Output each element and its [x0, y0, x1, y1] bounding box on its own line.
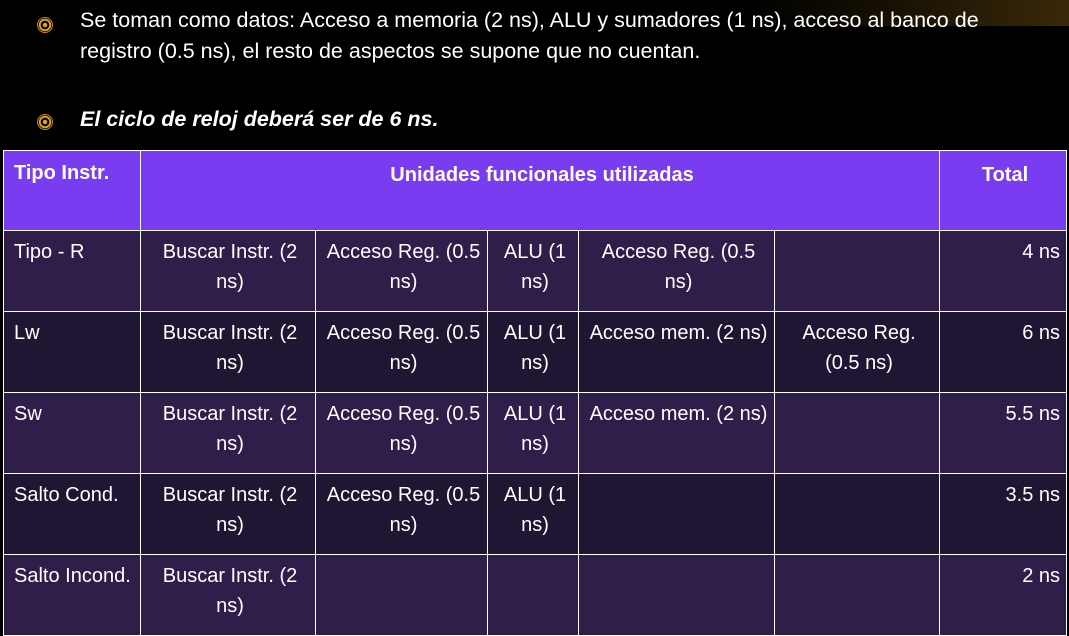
- circle-bullet-icon: [37, 17, 53, 33]
- functional-unit-cell: Acceso mem. (2 ns): [578, 392, 775, 474]
- functional-unit-cell: [773, 473, 941, 555]
- table-body: Tipo - R Buscar Instr. (2 ns) Acceso Reg. …: [3, 230, 1068, 636]
- functional-unit-cell: Buscar Instr. (2 ns): [140, 311, 316, 393]
- circle-bullet-icon: [37, 114, 53, 130]
- functional-unit-cell: Acceso Reg. (0.5 ns): [578, 230, 775, 312]
- total-cell: 6 ns: [939, 311, 1068, 393]
- functional-unit-cell: Acceso Reg. (0.5 ns): [315, 392, 488, 474]
- functional-unit-cell: Acceso Reg. (0.5 ns): [315, 311, 488, 393]
- functional-unit-cell: ALU (1 ns): [487, 473, 579, 555]
- table-row: Tipo - R Buscar Instr. (2 ns) Acceso Reg. …: [3, 230, 1068, 312]
- total-cell: 2 ns: [939, 554, 1068, 636]
- functional-unit-cell: [773, 554, 941, 636]
- functional-unit-cell: Acceso Reg. (0.5 ns): [315, 473, 488, 555]
- functional-unit-cell: [315, 554, 488, 636]
- functional-unit-cell: [578, 554, 775, 636]
- header-total: Total: [939, 150, 1068, 231]
- functional-unit-cell: Acceso Reg. (0.5 ns): [773, 311, 941, 393]
- table-row: Salto Cond. Buscar Instr. (2 ns) Acceso Re…: [3, 473, 1068, 555]
- functional-unit-cell: Acceso mem. (2 ns): [578, 311, 775, 393]
- functional-unit-cell: Buscar Instr. (2 ns): [140, 230, 316, 312]
- instruction-type-cell: Tipo - R: [3, 230, 141, 312]
- functional-unit-cell: Buscar Instr. (2 ns): [140, 392, 316, 474]
- instruction-type-cell: Salto Cond.: [3, 473, 141, 555]
- functional-unit-cell: ALU (1 ns): [487, 392, 579, 474]
- header-units: Unidades funcionales utilizadas: [139, 150, 941, 231]
- functional-unit-cell: ALU (1 ns): [487, 311, 579, 393]
- bullet-text: Se toman como datos: Acceso a memoria (2…: [80, 8, 979, 63]
- table-row: Salto Incond. Buscar Instr. (2 ns) 2 ns: [3, 554, 1068, 636]
- functional-unit-cell: Acceso Reg. (0.5 ns): [315, 230, 488, 312]
- table-header-row: Tipo Instr. Unidades funcionales utiliza…: [3, 150, 1068, 231]
- functional-unit-cell: [773, 230, 941, 312]
- functional-unit-cell: ALU (1 ns): [487, 230, 579, 312]
- functional-unit-cell: [487, 554, 579, 636]
- functional-unit-cell: [578, 473, 775, 555]
- total-cell: 4 ns: [939, 230, 1068, 312]
- instruction-type-cell: Salto Incond.: [3, 554, 141, 636]
- functional-units-table: Tipo Instr. Unidades funcionales utiliza…: [3, 150, 1068, 636]
- bullet-text-emphasis: El ciclo de reloj deberá ser de 6 ns.: [80, 107, 439, 131]
- total-cell: 5.5 ns: [939, 392, 1068, 474]
- instruction-type-cell: Lw: [3, 311, 141, 393]
- functional-unit-cell: Buscar Instr. (2 ns): [140, 473, 316, 555]
- functional-unit-cell: Buscar Instr. (2 ns): [140, 554, 316, 636]
- instruction-type-cell: Sw: [3, 392, 141, 474]
- table-row: Lw Buscar Instr. (2 ns) Acceso Reg. (0.5 n…: [3, 311, 1068, 393]
- table-row: Sw Buscar Instr. (2 ns) Acceso Reg. (0.5 n…: [3, 392, 1068, 474]
- total-cell: 3.5 ns: [939, 473, 1068, 555]
- functional-unit-cell: [773, 392, 941, 474]
- header-type: Tipo Instr.: [3, 150, 141, 231]
